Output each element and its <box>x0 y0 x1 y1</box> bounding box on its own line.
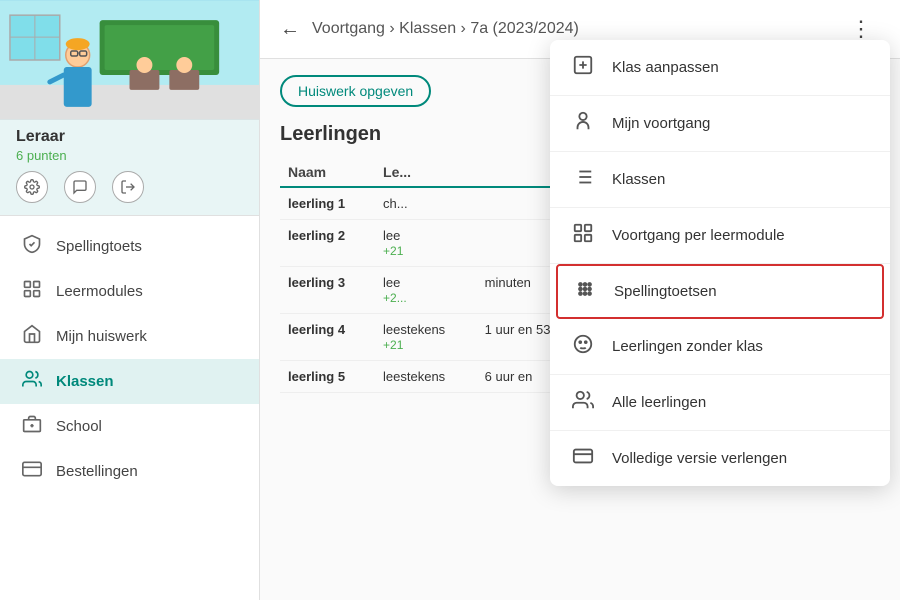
profile-name: Leraar <box>16 128 243 146</box>
profile-info: Leraar 6 punten <box>0 120 259 163</box>
menu-item-leerlingen-zonder-klas[interactable]: Leerlingen zonder klas <box>550 319 890 375</box>
menu-label: Klas aanpassen <box>612 59 719 76</box>
menu-label: Voortgang per leermodule <box>612 227 785 244</box>
menu-label: Volledige versie verlengen <box>612 450 787 467</box>
menu-item-mijn-voortgang[interactable]: Mijn voortgang <box>550 96 890 152</box>
sidebar-item-label: Mijn huiswerk <box>56 328 147 345</box>
list-icon <box>570 166 596 193</box>
sidebar-item-leermodules[interactable]: Leermodules <box>0 269 259 314</box>
classroom-scene <box>0 0 259 120</box>
sidebar-item-label: Leermodules <box>56 283 143 300</box>
grid-icon <box>570 222 596 249</box>
profile-points: 6 punten <box>16 148 243 163</box>
bestellingen-icon <box>20 459 44 484</box>
menu-label: Alle leerlingen <box>612 394 706 411</box>
sidebar-item-spellingtoets[interactable]: Spellingtoets <box>0 224 259 269</box>
school-icon <box>20 414 44 439</box>
edit-square-icon <box>570 54 596 81</box>
klassen-icon <box>20 369 44 394</box>
message-button[interactable] <box>64 171 96 203</box>
menu-item-voortgang-per-leermodule[interactable]: Voortgang per leermodule <box>550 208 890 264</box>
leermodules-icon <box>20 279 44 304</box>
menu-item-klassen[interactable]: Klassen <box>550 152 890 208</box>
spellingtoets-icon <box>20 234 44 259</box>
dropdown-menu: Klas aanpassen Mijn voortgang Klassen Vo… <box>550 40 890 486</box>
sidebar-item-mijn-huiswerk[interactable]: Mijn huiswerk <box>0 314 259 359</box>
menu-item-spellingtoetsen[interactable]: Spellingtoetsen <box>556 264 884 319</box>
menu-label: Leerlingen zonder klas <box>612 338 763 355</box>
payment-icon <box>570 445 596 472</box>
sidebar-item-label: Bestellingen <box>56 463 138 480</box>
dots-grid-icon <box>572 278 598 305</box>
menu-item-alle-leerlingen[interactable]: Alle leerlingen <box>550 375 890 431</box>
settings-button[interactable] <box>16 171 48 203</box>
scene-background <box>0 0 259 120</box>
huiswerk-icon <box>20 324 44 349</box>
sidebar-item-bestellingen[interactable]: Bestellingen <box>0 449 259 494</box>
sidebar-item-label: Spellingtoets <box>56 238 142 255</box>
menu-label: Klassen <box>612 171 665 188</box>
overlay[interactable]: Klas aanpassen Mijn voortgang Klassen Vo… <box>260 0 900 600</box>
person-icon <box>570 110 596 137</box>
menu-label: Spellingtoetsen <box>614 283 717 300</box>
people-icon <box>570 389 596 416</box>
profile-card: Leraar 6 punten <box>0 0 259 216</box>
sidebar-item-label: School <box>56 418 102 435</box>
menu-item-volledige-versie-verlengen[interactable]: Volledige versie verlengen <box>550 431 890 486</box>
sidebar-item-school[interactable]: School <box>0 404 259 449</box>
menu-item-klas-aanpassen[interactable]: Klas aanpassen <box>550 40 890 96</box>
menu-label: Mijn voortgang <box>612 115 710 132</box>
sidebar-item-label: Klassen <box>56 373 114 390</box>
profile-actions <box>0 163 259 203</box>
sidebar-item-klassen[interactable]: Klassen <box>0 359 259 404</box>
face-icon <box>570 333 596 360</box>
sidebar: Leraar 6 punten <box>0 0 260 600</box>
nav-list: Spellingtoets Leermodules Mijn huiswerk … <box>0 216 259 600</box>
main-content: ← Voortgang › Klassen › 7a (2023/2024) ⋮… <box>260 0 900 600</box>
logout-button[interactable] <box>112 171 144 203</box>
profile-image <box>0 0 259 120</box>
